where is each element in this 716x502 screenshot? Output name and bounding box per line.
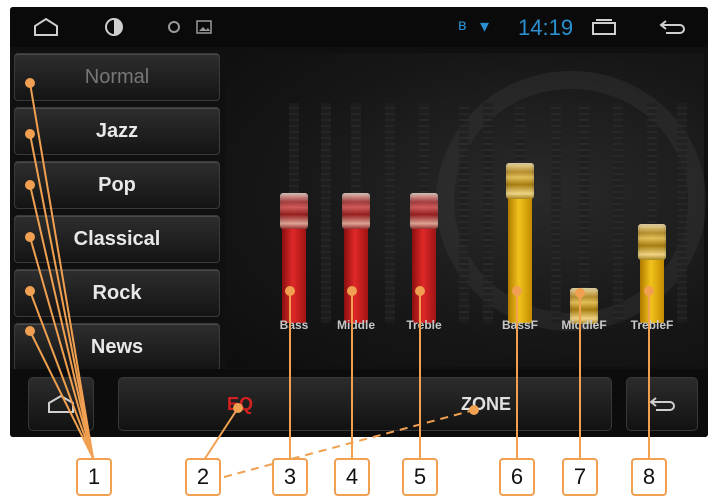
recent-apps-icon[interactable] bbox=[590, 13, 618, 41]
equalizer-panel: Bass Middle Treble BassF MiddleF TrebleF bbox=[226, 53, 706, 367]
eq-zone-tabs: EQ ZONE bbox=[118, 377, 612, 431]
eq-slider-middle[interactable] bbox=[342, 193, 370, 323]
back-icon bbox=[649, 397, 675, 411]
preset-label: Jazz bbox=[95, 119, 139, 142]
clock-time: 14:19 bbox=[518, 15, 574, 40]
preset-label: News bbox=[90, 335, 144, 358]
eq-grid-column bbox=[551, 103, 561, 323]
preset-label: Normal bbox=[84, 65, 150, 88]
home-icon bbox=[48, 394, 74, 413]
status-bar: ʙ ▾ 14:19 bbox=[10, 7, 708, 47]
eq-slider-knob[interactable] bbox=[506, 163, 534, 199]
eq-slider-knob[interactable] bbox=[638, 224, 666, 260]
eq-tab[interactable]: EQ bbox=[227, 394, 253, 415]
callout-4: 4 bbox=[334, 458, 370, 496]
circle-icon bbox=[160, 13, 188, 41]
preset-classical-button[interactable]: Classical bbox=[14, 215, 220, 263]
eq-grid-column bbox=[459, 103, 469, 323]
callout-2: 2 bbox=[185, 458, 221, 496]
preset-jazz-button[interactable]: Jazz bbox=[14, 107, 220, 155]
eq-grid-column bbox=[321, 103, 331, 323]
eq-grid-column bbox=[613, 103, 623, 323]
eq-band-label: Middle bbox=[337, 318, 375, 332]
eq-slider-knob[interactable] bbox=[342, 193, 370, 229]
home-button[interactable] bbox=[28, 377, 94, 431]
eq-slider-treble[interactable] bbox=[410, 193, 438, 323]
eq-slider-bass[interactable] bbox=[280, 193, 308, 323]
preset-rock-button[interactable]: Rock bbox=[14, 269, 220, 317]
eq-grid-column bbox=[385, 103, 395, 323]
eq-slider-knob[interactable] bbox=[280, 193, 308, 229]
home-icon[interactable] bbox=[32, 13, 60, 41]
callout-6: 6 bbox=[499, 458, 535, 496]
gallery-icon bbox=[190, 13, 218, 41]
wifi-icon: ▾ bbox=[480, 16, 490, 36]
eq-preset-list: Normal Jazz Pop Classical Rock News bbox=[14, 53, 220, 377]
preset-label: Pop bbox=[98, 173, 136, 196]
callout-5: 5 bbox=[402, 458, 438, 496]
preset-normal-button[interactable]: Normal bbox=[14, 53, 220, 101]
eq-slider-treblef[interactable] bbox=[638, 224, 666, 323]
eq-band-label: BassF bbox=[501, 318, 539, 332]
eq-band-label: TrebleF bbox=[630, 318, 674, 332]
back-button[interactable] bbox=[626, 377, 698, 431]
zone-tab[interactable]: ZONE bbox=[461, 394, 511, 415]
callout-1: 1 bbox=[76, 458, 112, 496]
eq-grid-column bbox=[677, 103, 687, 323]
eq-slider-knob[interactable] bbox=[410, 193, 438, 229]
device-screen: ʙ ▾ 14:19 Normal Jazz Pop Classical Rock… bbox=[10, 7, 708, 437]
callout-3: 3 bbox=[272, 458, 308, 496]
bluetooth-icon: ʙ bbox=[458, 17, 467, 34]
brightness-icon[interactable] bbox=[100, 13, 128, 41]
preset-pop-button[interactable]: Pop bbox=[14, 161, 220, 209]
eq-slider-bassf[interactable] bbox=[506, 163, 534, 323]
eq-band-label: Bass bbox=[279, 318, 309, 332]
callout-8: 8 bbox=[631, 458, 667, 496]
eq-grid-column bbox=[483, 103, 493, 323]
back-icon[interactable] bbox=[658, 13, 686, 41]
bottom-bar: EQ ZONE bbox=[10, 369, 708, 437]
preset-label: Classical bbox=[73, 227, 161, 250]
eq-band-label: Treble bbox=[406, 318, 442, 332]
callout-7: 7 bbox=[562, 458, 598, 496]
eq-band-label: MiddleF bbox=[561, 318, 607, 332]
preset-news-button[interactable]: News bbox=[14, 323, 220, 371]
preset-label: Rock bbox=[92, 281, 142, 304]
